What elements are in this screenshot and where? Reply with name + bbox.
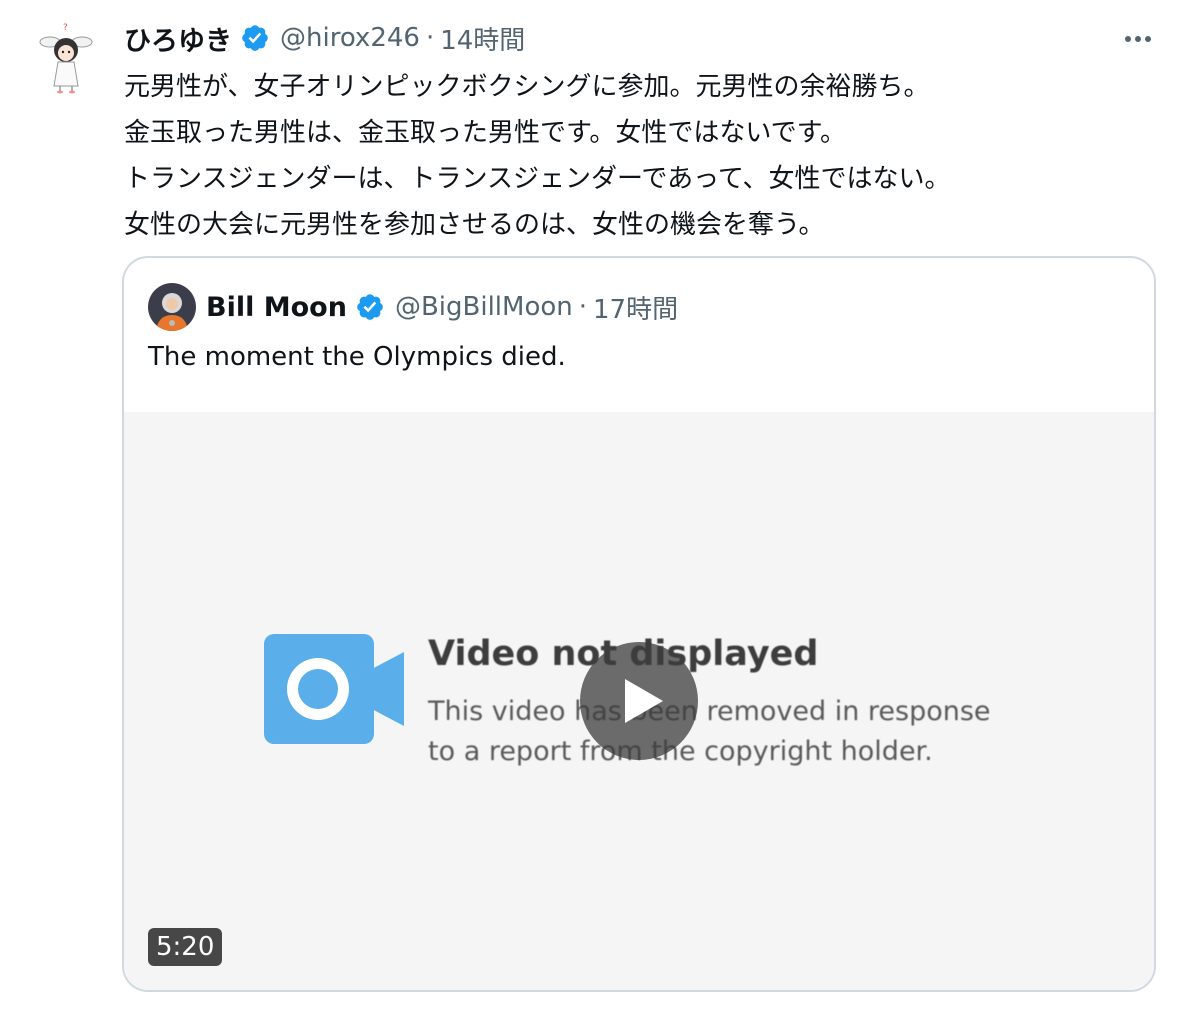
avatar[interactable]: ? [28,20,104,96]
separator-dot: · [425,23,435,53]
author-display-name[interactable]: ひろゆき [124,19,232,58]
tweet-text: 元男性が、女子オリンピックボクシングに参加。元男性の余裕勝ち。 金玉取った男性は… [124,64,1144,248]
video-camera-icon [264,634,406,744]
quoted-tweet-text: The moment the Olympics died. [148,342,566,372]
tweet-text-line: トランスジェンダーは、トランスジェンダーであって、女性ではない。 [124,164,951,194]
quoted-author-handle[interactable]: @BigBillMoon [395,292,573,322]
quoted-tweet-timestamp[interactable]: 17時間 [593,289,678,326]
tweet-text-line: 女性の大会に元男性を参加させるのは、女性の機会を奪う。 [124,210,825,240]
tweet-timestamp[interactable]: 14時間 [440,20,525,57]
tweet-header: ひろゆき @hirox246 · 14時間 [124,16,525,60]
svg-text:?: ? [63,23,68,33]
avatar-illustration: ? [39,23,93,94]
video-unavailable-description-line: to a report from the copyright holder. [428,736,933,767]
video-player[interactable]: Video not displayed This video has been … [124,412,1154,990]
quoted-author-avatar[interactable] [148,283,196,331]
separator-dot: · [578,292,588,322]
quoted-tweet[interactable]: Bill Moon @BigBillMoon · 17時間 The moment… [122,256,1156,992]
tweet-text-line: 金玉取った男性は、金玉取った男性です。女性ではないです。 [124,118,847,148]
tweet[interactable]: ? ひろゆき @hirox246 · 14時間 元男性が、女子オリンピックボクシ… [0,0,1182,1018]
video-unavailable-description: This video has been removed in response … [428,692,991,772]
author-handle[interactable]: @hirox246 [280,23,420,53]
verified-badge-icon[interactable] [355,292,385,322]
quoted-tweet-header: Bill Moon @BigBillMoon · 17時間 [148,282,678,332]
verified-badge-icon[interactable] [240,23,270,53]
video-unavailable-description-line: This video has been removed in response [428,696,991,727]
play-button[interactable] [580,642,698,760]
more-options-icon[interactable] [1118,24,1158,54]
quoted-author-display-name[interactable]: Bill Moon [206,292,347,323]
video-duration-badge: 5:20 [148,928,223,966]
tweet-text-line: 元男性が、女子オリンピックボクシングに参加。元男性の余裕勝ち。 [124,72,930,102]
play-icon [625,679,663,723]
